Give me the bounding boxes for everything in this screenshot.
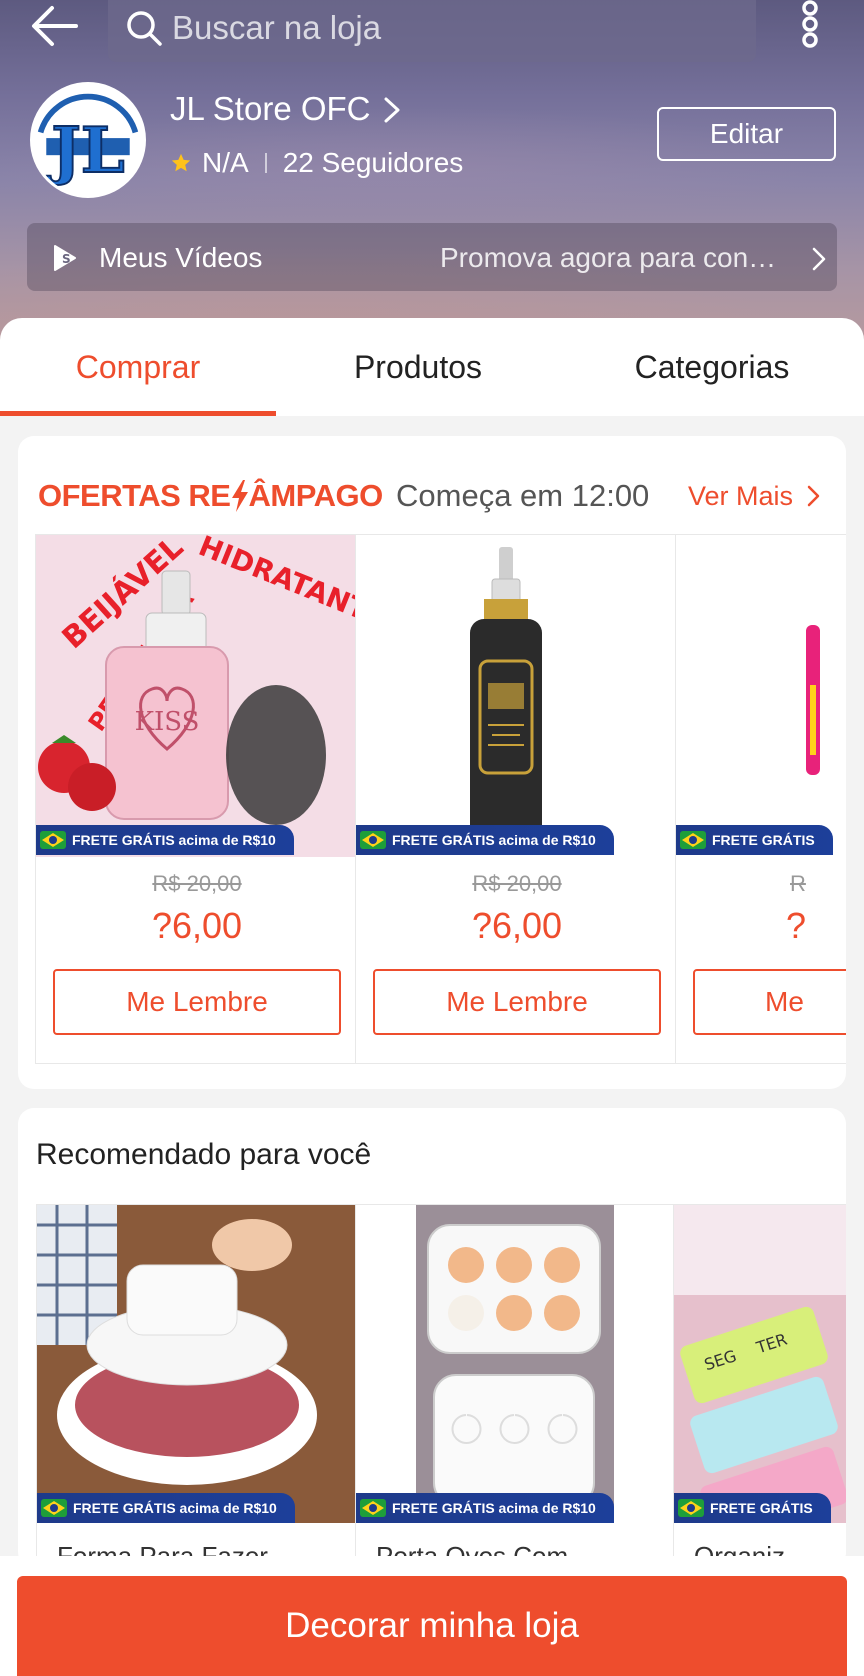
free-shipping-text: FRETE GRÁTIS acima de R$10 — [392, 832, 596, 848]
store-logo-text: JL — [46, 113, 125, 187]
edit-store-button[interactable]: Editar — [657, 107, 836, 161]
chevron-right-icon[interactable] — [380, 96, 404, 124]
flash-title-part1: OFERTAS RE — [38, 478, 231, 513]
free-shipping-badge: FRETE GRÁTIS acima de R$10 — [356, 825, 614, 855]
brazil-flag-icon — [360, 831, 386, 849]
see-more-label: Ver Mais — [688, 481, 794, 511]
search-icon — [127, 11, 162, 46]
free-shipping-text: FRETE GRÁTIS acima de R$10 — [392, 1500, 596, 1516]
recommended-section: Recomendado para você FRETE GRÁTIS acima… — [18, 1108, 846, 1568]
product-image — [37, 1205, 355, 1523]
free-shipping-text: FRETE GRÁTIS — [712, 832, 815, 848]
product-image: SEG TER — [674, 1205, 846, 1523]
store-followers[interactable]: 22 Seguidores — [283, 147, 464, 179]
store-logo[interactable]: JL — [30, 82, 146, 198]
sale-price: ?6,00 — [151, 905, 243, 946]
see-more-link[interactable]: Ver Mais — [688, 472, 821, 520]
product-image-text: KISS — [135, 707, 200, 737]
brazil-flag-icon — [41, 1499, 67, 1517]
recommended-product-card[interactable]: FRETE GRÁTIS acima de R$10 Forma Para Fa… — [36, 1204, 356, 1568]
product-image: BEIJÁVEL HIDRATANTE PELE MAGIA KISS — [36, 535, 358, 857]
original-price: R — [790, 871, 806, 896]
store-logo-graphic: JL — [35, 87, 141, 193]
flash-product-card[interactable]: FRETE GRÁTIS acima de R$10 R$ 20,00 ?6,0… — [355, 534, 679, 1064]
store-info: JL JL Store OFC N/A 22 Seguidores Editar — [0, 80, 864, 200]
search-box[interactable] — [108, 0, 756, 62]
brazil-flag-icon — [40, 831, 66, 849]
store-tabs: Comprar Produtos Categorias — [0, 318, 864, 416]
product-image — [356, 535, 678, 857]
chevron-right-icon — [812, 247, 826, 271]
my-videos-label: Meus Vídeos — [99, 242, 263, 273]
store-meta: N/A 22 Seguidores — [170, 146, 463, 180]
video-promo-text: Promova agora para con… — [440, 242, 777, 273]
remind-me-button[interactable]: Me Lembre — [373, 969, 661, 1035]
meta-divider — [264, 153, 267, 173]
free-shipping-text: FRETE GRÁTIS — [710, 1500, 813, 1516]
product-image — [676, 535, 846, 857]
brazil-flag-icon — [360, 1499, 386, 1517]
free-shipping-text: FRETE GRÁTIS acima de R$10 — [72, 832, 276, 848]
remind-me-button[interactable]: Me — [693, 969, 846, 1035]
recommended-product-card[interactable]: FRETE GRÁTIS acima de R$10 Porta Ovos Co… — [355, 1204, 675, 1568]
tab-categorias[interactable]: Categorias — [560, 318, 864, 416]
active-tab-indicator — [0, 411, 276, 416]
flash-sale-section: OFERTAS RE ÂMPAGO Começa em 12:00 Ver Ma… — [18, 436, 846, 1089]
free-shipping-badge: FRETE GRÁTIS acima de R$10 — [36, 825, 294, 855]
brazil-flag-icon — [680, 831, 706, 849]
free-shipping-badge: FRETE GRÁTIS — [674, 1493, 831, 1523]
arrow-left-icon — [32, 6, 78, 46]
remind-me-button[interactable]: Me Lembre — [53, 969, 341, 1035]
original-price: R$ 20,00 — [472, 871, 562, 896]
bottom-action-bar: Decorar minha loja — [0, 1556, 864, 1676]
sale-price: ? — [786, 905, 807, 946]
recommended-title: Recomendado para você — [36, 1138, 372, 1171]
top-bar — [0, 0, 864, 82]
lightning-icon — [231, 480, 248, 512]
flash-sale-title: OFERTAS RE ÂMPAGO — [38, 472, 383, 520]
decorate-store-button[interactable]: Decorar minha loja — [17, 1576, 847, 1676]
more-vertical-icon — [802, 0, 818, 48]
free-shipping-badge: FRETE GRÁTIS acima de R$10 — [37, 1493, 295, 1523]
svg-text:S: S — [62, 252, 71, 266]
more-options-button[interactable] — [796, 0, 830, 52]
video-shorts-icon: S — [54, 245, 76, 271]
free-shipping-badge: FRETE GRÁTIS — [676, 825, 833, 855]
search-input[interactable] — [172, 4, 732, 52]
sale-price: ?6,00 — [471, 905, 563, 946]
chevron-right-icon — [807, 485, 820, 507]
original-price: R$ 20,00 — [152, 871, 242, 896]
recommended-product-card[interactable]: SEG TER FRETE GRÁTIS Organiz — [673, 1204, 846, 1568]
my-videos-bar[interactable]: S Meus Vídeos Promova agora para con… — [27, 223, 837, 291]
flash-product-card[interactable]: FRETE GRÁTIS R ? Me — [675, 534, 846, 1064]
tab-produtos[interactable]: Produtos — [276, 318, 560, 416]
free-shipping-text: FRETE GRÁTIS acima de R$10 — [73, 1500, 277, 1516]
tab-comprar[interactable]: Comprar — [0, 318, 276, 416]
flash-product-card[interactable]: BEIJÁVEL HIDRATANTE PELE MAGIA KISS FRET… — [35, 534, 359, 1064]
brazil-flag-icon — [678, 1499, 704, 1517]
store-rating: N/A — [202, 147, 249, 178]
product-image — [356, 1205, 674, 1523]
store-name[interactable]: JL Store OFC — [170, 90, 371, 128]
free-shipping-badge: FRETE GRÁTIS acima de R$10 — [356, 1493, 614, 1523]
star-icon — [171, 153, 191, 172]
back-button[interactable] — [28, 2, 84, 50]
flash-start-time: Começa em 12:00 — [396, 478, 650, 513]
flash-title-part2: ÂMPAGO — [248, 478, 384, 513]
